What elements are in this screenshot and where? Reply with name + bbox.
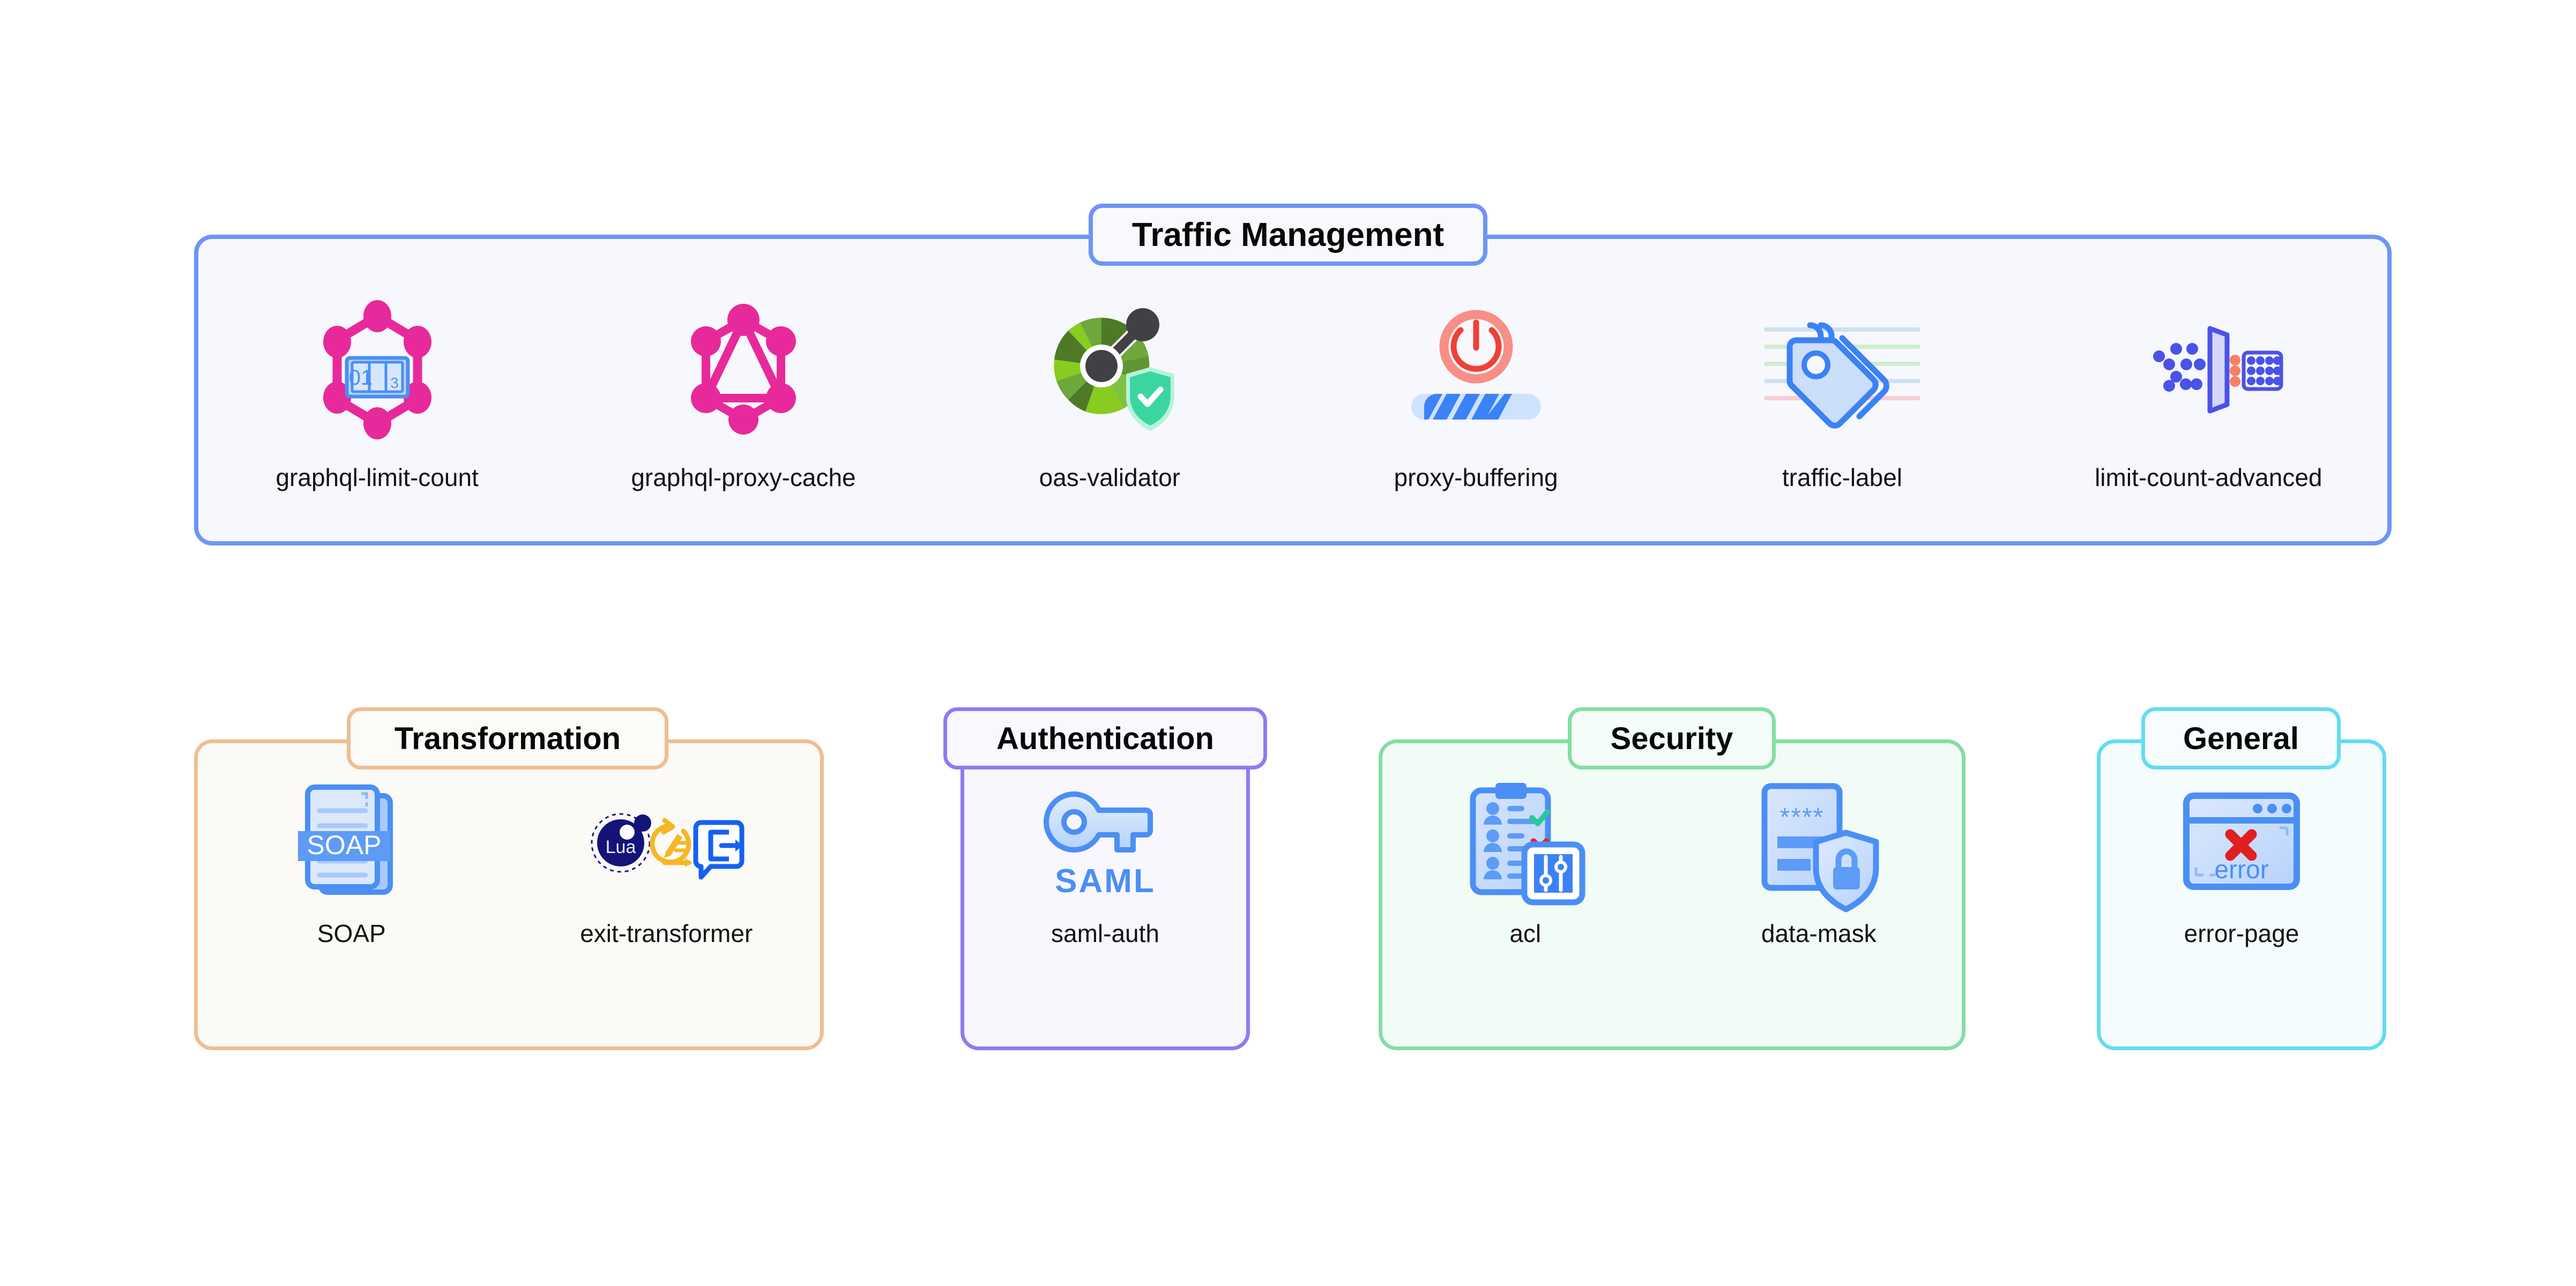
plugin-label: traffic-label xyxy=(1782,463,1903,491)
section-title-traffic-management: Traffic Management xyxy=(1089,204,1487,266)
plugin-label: error-page xyxy=(2184,919,2299,947)
error-text: error xyxy=(2214,856,2268,884)
lua-exit-transformer-icon: Lua xyxy=(589,780,744,903)
section-title-authentication: Authentication xyxy=(943,707,1267,769)
graphql-counter-icon: 01 3 xyxy=(316,289,439,450)
plugin-label: limit-count-advanced xyxy=(2095,463,2322,491)
gauge-shield-check-icon xyxy=(1043,289,1177,450)
plugin-tile-acl[interactable]: acl xyxy=(1397,780,1654,948)
plugin-tile-limit-count-advanced[interactable]: limit-count-advanced xyxy=(2031,289,2385,492)
plugin-row-security: acl **** data-mask xyxy=(1379,780,1965,948)
dots-filter-grid-icon xyxy=(2125,289,2291,450)
data-mask-shield-icon: **** xyxy=(1757,780,1880,912)
lua-logo-text: Lua xyxy=(606,837,636,857)
error-browser-window-icon: error xyxy=(2180,780,2303,903)
plugin-tile-traffic-label[interactable]: traffic-label xyxy=(1665,289,2019,492)
counter-digit-roll: 3 xyxy=(390,375,399,391)
soap-document-icon: SOAP xyxy=(294,780,409,903)
plugin-tile-proxy-buffering[interactable]: proxy-buffering xyxy=(1299,289,1653,492)
plugin-label: oas-validator xyxy=(1039,463,1180,491)
plugin-tile-error-page[interactable]: error error-page xyxy=(2102,780,2381,948)
graphql-logo-icon xyxy=(687,289,800,450)
plugin-tile-data-mask[interactable]: **** data-mask xyxy=(1690,780,1947,948)
section-title-transformation: Transformation xyxy=(347,707,668,769)
plugin-row-general: error error-page xyxy=(2097,780,2386,948)
plugin-label: proxy-buffering xyxy=(1394,463,1558,491)
saml-logo-text: SAML xyxy=(1055,863,1156,900)
plugin-row-transformation: SOAP SOAP Lua exit-transformer xyxy=(194,780,824,948)
acl-clipboard-sliders-icon xyxy=(1462,780,1588,905)
section-title-security: Security xyxy=(1568,707,1776,769)
plugin-label: SOAP xyxy=(317,919,386,947)
plugin-tile-soap[interactable]: SOAP SOAP xyxy=(212,780,491,948)
plugin-tile-exit-transformer[interactable]: Lua exit-transformer xyxy=(527,780,806,948)
power-buffer-icon xyxy=(1409,289,1543,450)
section-title-general: General xyxy=(2141,707,2341,769)
plugin-label: graphql-proxy-cache xyxy=(631,463,856,491)
diagram-canvas: Traffic Management 01 3 graphql-limit-co… xyxy=(0,0,2576,1286)
plugin-tile-graphql-proxy-cache[interactable]: graphql-proxy-cache xyxy=(567,289,920,492)
plugin-row-traffic-management: 01 3 graphql-limit-count graphql-proxy-c… xyxy=(194,289,2392,492)
mask-asterisks-text: **** xyxy=(1780,803,1825,832)
counter-digit-0: 01 xyxy=(348,366,373,390)
plugin-tile-oas-validator[interactable]: oas-validator xyxy=(933,289,1286,492)
saml-key-icon: SAML xyxy=(1036,780,1175,903)
soap-badge-text: SOAP xyxy=(307,830,382,860)
plugin-tile-saml-auth[interactable]: SAML saml-auth xyxy=(966,780,1245,948)
plugin-label: saml-auth xyxy=(1051,919,1159,947)
plugin-label: acl xyxy=(1509,919,1542,947)
plugin-label: graphql-limit-count xyxy=(276,463,479,491)
plugin-label: exit-transformer xyxy=(580,919,753,947)
plugin-row-authentication: SAML saml-auth xyxy=(961,780,1250,948)
plugin-label: data-mask xyxy=(1761,919,1877,947)
price-tags-icon xyxy=(1762,289,1923,450)
plugin-tile-graphql-limit-count[interactable]: 01 3 graphql-limit-count xyxy=(200,289,554,492)
